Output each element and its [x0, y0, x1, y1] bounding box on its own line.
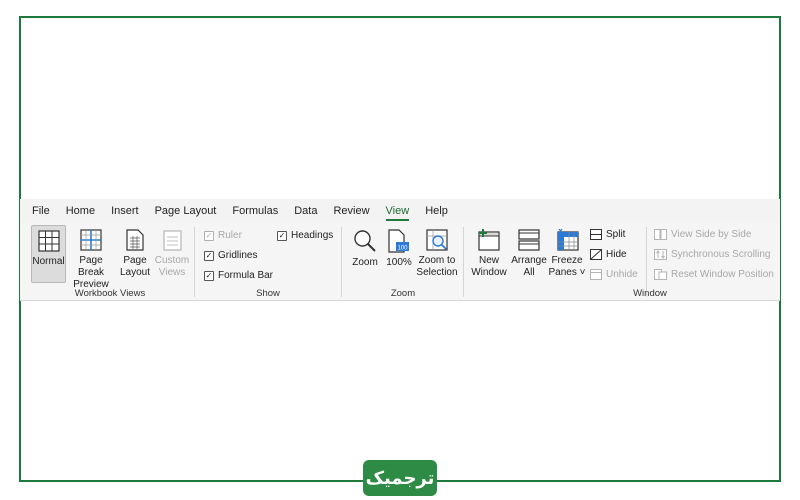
- formula-bar-label: Formula Bar: [218, 270, 274, 281]
- tab-view[interactable]: View: [385, 199, 409, 223]
- custom-views-button[interactable]: Custom Views: [154, 225, 190, 279]
- zoom-button[interactable]: Zoom: [348, 225, 382, 269]
- tab-page-layout[interactable]: Page Layout: [155, 199, 217, 223]
- reset-window-position-label: Reset Window Position: [671, 269, 774, 280]
- gridlines-label: Gridlines: [218, 250, 258, 261]
- new-window-icon: [478, 229, 500, 251]
- side-by-side-icon: [654, 229, 667, 240]
- new-window-label-2: Window: [471, 267, 507, 278]
- unhide-label: Unhide: [606, 269, 638, 280]
- sync-scroll-icon: [654, 249, 667, 260]
- tab-data[interactable]: Data: [294, 199, 317, 223]
- zoom-group-label: Zoom: [390, 288, 416, 299]
- page-layout-label-1: Page: [123, 255, 147, 266]
- formula-bar-checkbox[interactable]: ✓ Formula Bar: [204, 270, 273, 281]
- ruler-checkbox[interactable]: ✓ Ruler: [204, 230, 242, 241]
- unhide-icon: [590, 269, 602, 280]
- custom-views-label-1: Custom: [154, 255, 190, 266]
- tab-help[interactable]: Help: [425, 199, 448, 223]
- synchronous-scrolling-button[interactable]: Synchronous Scrolling: [654, 249, 771, 260]
- magnifier-icon: [354, 230, 376, 252]
- freeze-panes-button[interactable]: Freeze Panes ˅: [548, 225, 586, 279]
- split-button[interactable]: Split: [590, 229, 625, 240]
- new-window-button[interactable]: New Window: [471, 225, 507, 279]
- normal-grid-icon: [37, 230, 60, 252]
- normal-label: Normal: [32, 256, 65, 267]
- tab-review[interactable]: Review: [333, 199, 369, 223]
- reset-window-position-button[interactable]: Reset Window Position: [654, 269, 774, 280]
- page-break-label-1: Page Break: [77, 255, 105, 278]
- normal-view-button[interactable]: Normal: [31, 225, 66, 283]
- arrange-all-label-2: All: [523, 267, 535, 278]
- page-layout-label-2: Layout: [119, 267, 151, 278]
- ribbon-tabs: File Home Insert Page Layout Formulas Da…: [20, 199, 780, 223]
- tab-formulas[interactable]: Formulas: [232, 199, 278, 223]
- separator: [341, 227, 342, 297]
- zoom-label: Zoom: [352, 257, 378, 268]
- view-side-by-side-button[interactable]: View Side by Side: [654, 229, 751, 240]
- custom-views-icon: [163, 230, 182, 251]
- freeze-panes-label-2: Panes ˅: [548, 267, 586, 278]
- zoom-to-selection-button[interactable]: Zoom to Selection: [416, 225, 458, 279]
- checkmark-icon: ✓: [204, 230, 214, 241]
- checkmark-icon: ✓: [204, 270, 214, 281]
- unhide-button[interactable]: Unhide: [590, 269, 638, 280]
- zoom-100-label: 100%: [386, 257, 412, 268]
- freeze-panes-label-1: Freeze: [551, 255, 583, 266]
- zoom-100-icon: 100: [388, 229, 409, 253]
- freeze-panes-icon: [557, 229, 579, 251]
- zoom-selection-label-2: Selection: [416, 267, 458, 278]
- show-group-label: Show: [256, 288, 280, 299]
- page-break-icon: [80, 229, 102, 251]
- gridlines-checkbox[interactable]: ✓ Gridlines: [204, 250, 257, 261]
- zoom-100-button[interactable]: 100 100%: [384, 225, 414, 269]
- arrange-all-button[interactable]: Arrange All: [510, 225, 548, 279]
- headings-checkbox[interactable]: ✓ Headings: [277, 230, 333, 241]
- hide-icon: [590, 249, 602, 260]
- separator: [194, 227, 195, 297]
- arrange-all-icon: [518, 229, 540, 251]
- tab-home[interactable]: Home: [66, 199, 95, 223]
- synchronous-scrolling-label: Synchronous Scrolling: [671, 249, 771, 260]
- tab-file[interactable]: File: [32, 199, 50, 223]
- page-layout-view-button[interactable]: Page Layout: [118, 225, 152, 279]
- headings-label: Headings: [291, 230, 334, 241]
- split-icon: [590, 229, 602, 240]
- view-side-by-side-label: View Side by Side: [671, 229, 752, 240]
- custom-views-label-2: Views: [158, 267, 186, 278]
- new-window-label-1: New: [478, 255, 499, 266]
- checkmark-icon: ✓: [204, 250, 214, 261]
- hide-label: Hide: [606, 249, 627, 260]
- ruler-label: Ruler: [218, 230, 242, 241]
- zoom-selection-label-1: Zoom to: [418, 255, 456, 266]
- page-layout-icon: [126, 229, 144, 251]
- window-group-label: Window: [633, 288, 667, 299]
- svg-text:100: 100: [397, 245, 408, 251]
- reset-position-icon: [654, 269, 667, 280]
- split-label: Split: [606, 229, 626, 240]
- hide-button[interactable]: Hide: [590, 249, 627, 260]
- separator: [646, 227, 647, 297]
- separator: [463, 227, 464, 297]
- page-break-preview-button[interactable]: Page Break Preview: [68, 225, 114, 291]
- watermark-text: ترجمیک: [365, 467, 435, 489]
- watermark-logo: ترجمیک: [363, 460, 437, 496]
- tab-insert[interactable]: Insert: [111, 199, 139, 223]
- zoom-selection-icon: [426, 229, 448, 251]
- workbook-views-group-label: Workbook Views: [74, 288, 146, 299]
- checkmark-icon: ✓: [277, 230, 287, 241]
- arrange-all-label-1: Arrange: [511, 255, 547, 266]
- ribbon-panel: Normal Page Break Preview Page Layout Cu…: [20, 223, 780, 301]
